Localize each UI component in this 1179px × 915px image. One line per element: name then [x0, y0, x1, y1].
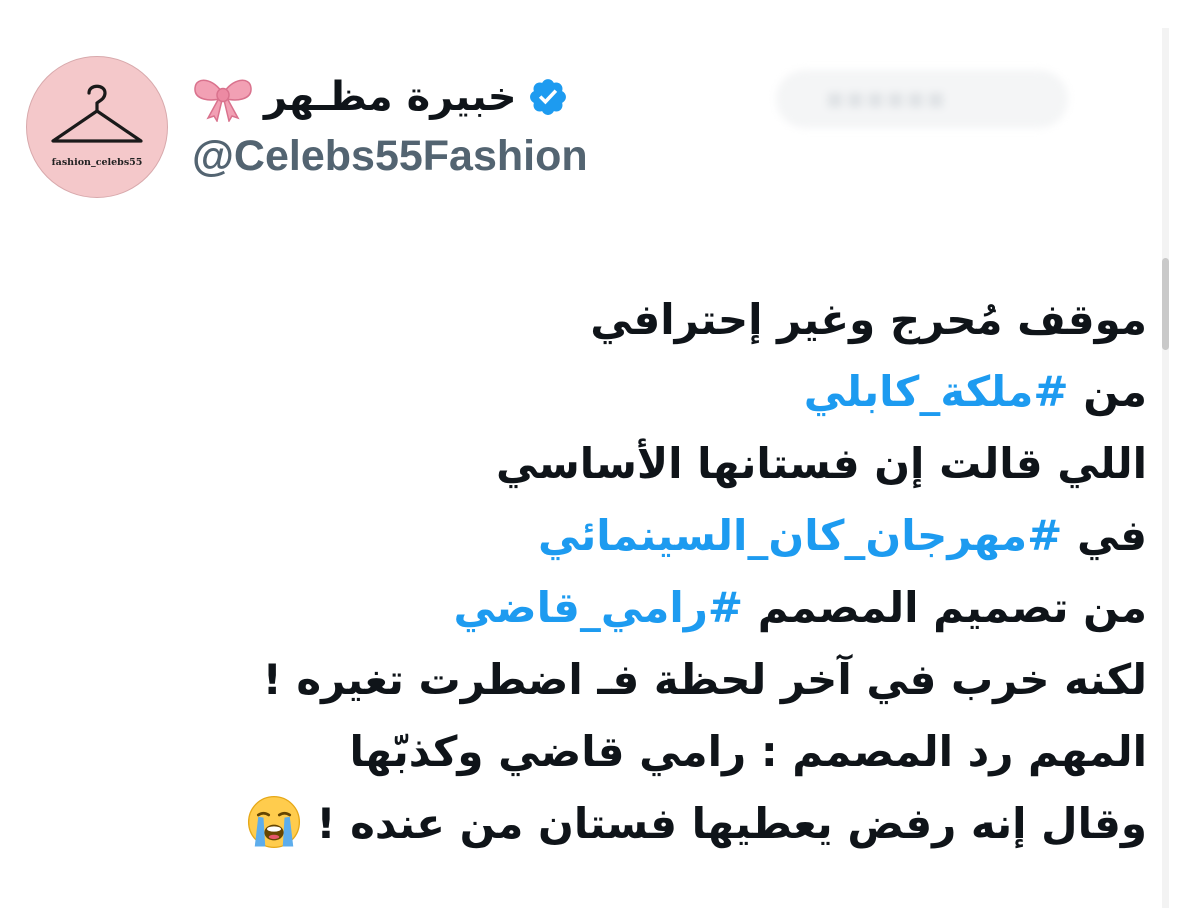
tweet-line-text: اللي قالت إن فستانها الأساسي	[496, 439, 1147, 488]
tweet-line-text: وقال إنه رفض يعطيها فستان من عنده !	[316, 799, 1147, 848]
hashtag-link[interactable]: #رامي_قاضي	[454, 583, 744, 632]
tweet-line: اللي قالت إن فستانها الأساسي	[147, 428, 1147, 500]
tweet-line: في #مهرجان_كان_السينمائي	[147, 500, 1147, 572]
tweet-line-text: من تصميم المصمم	[743, 583, 1147, 632]
ribbon-bow-icon	[194, 79, 252, 122]
tweet-text: موقف مُحرج وغير إحترافي من #ملكة_كابلي ا…	[147, 284, 1147, 860]
loudly-crying-face-icon	[248, 795, 301, 849]
avatar-label: fashion_celebs55	[51, 157, 143, 168]
scrollbar-thumb[interactable]	[1162, 258, 1169, 350]
profile-name-row[interactable]: خبيرة مظـهر	[192, 66, 569, 128]
hashtag-link[interactable]: #مهرجان_كان_السينمائي	[538, 511, 1062, 560]
tweet-line-text: المهم رد المصمم : رامي قاضي وكذبّها	[349, 727, 1147, 776]
scrollbar-track[interactable]	[1162, 28, 1169, 908]
tweet-line-text: في	[1062, 511, 1147, 560]
tweet-line-text: موقف مُحرج وغير إحترافي	[590, 295, 1147, 344]
hanger-icon	[51, 84, 143, 143]
tweet-line: موقف مُحرج وغير إحترافي	[147, 284, 1147, 356]
hashtag-link[interactable]: #ملكة_كابلي	[804, 367, 1069, 416]
tweet-line: من تصميم المصمم #رامي_قاضي	[147, 572, 1148, 644]
display-name[interactable]: خبيرة مظـهر	[264, 74, 517, 120]
blurred-follow-button[interactable]: ■■■■■■	[776, 70, 1068, 128]
blurred-text: ■■■■■■	[826, 83, 947, 116]
tweet-line-text: لكنه خرب في آخر لحظة فـ اضطرت تغيره !	[262, 655, 1147, 704]
tweet-line: وقال إنه رفض يعطيها فستان من عنده !	[147, 788, 1147, 860]
avatar[interactable]: fashion_celebs55	[26, 56, 168, 198]
tweet-line: من #ملكة_كابلي	[147, 356, 1147, 428]
handle[interactable]: @Celebs55Fashion	[192, 132, 588, 181]
tweet-line: المهم رد المصمم : رامي قاضي وكذبّها	[147, 716, 1147, 788]
tweet-line-text: من	[1068, 367, 1147, 416]
tweet-line: لكنه خرب في آخر لحظة فـ اضطرت تغيره !	[147, 644, 1147, 716]
verified-badge-icon	[529, 79, 566, 115]
